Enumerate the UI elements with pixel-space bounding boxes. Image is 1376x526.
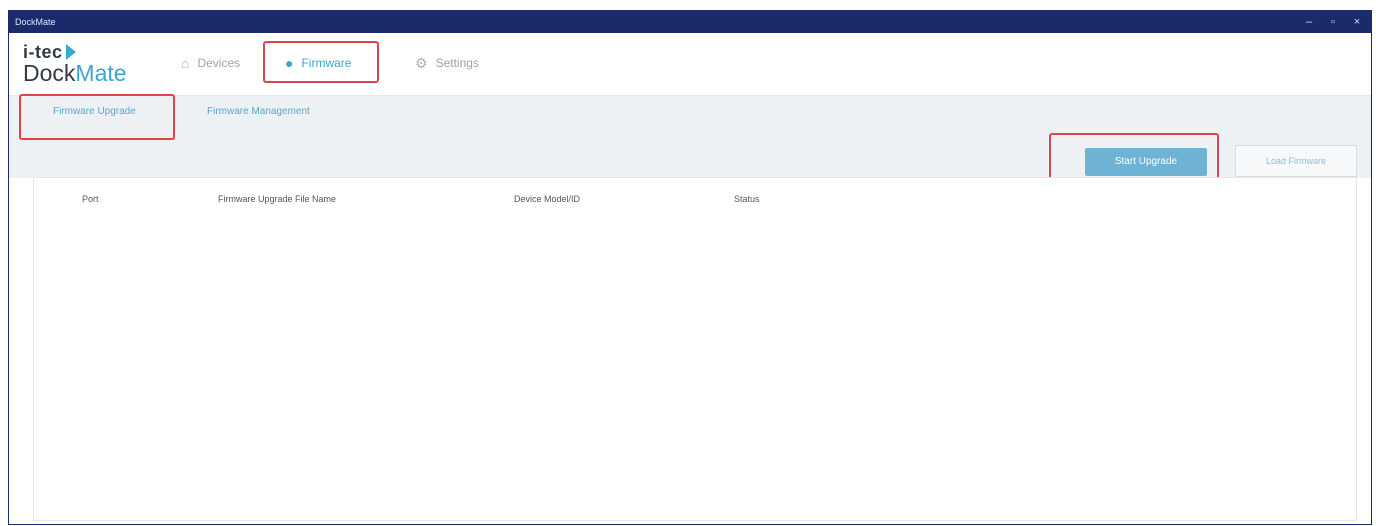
title-bar: DockMate – ▫ × bbox=[9, 11, 1371, 33]
subtab-firmware-management[interactable]: Firmware Management bbox=[207, 106, 310, 117]
column-header-file-name: Firmware Upgrade File Name bbox=[218, 194, 337, 204]
logo-mate-text: Mate bbox=[75, 60, 127, 86]
firmware-toolbar: Firmware Upgrade Firmware Management Sta… bbox=[9, 94, 1371, 181]
column-header-port: Port bbox=[82, 194, 99, 204]
column-header-status: Status bbox=[734, 194, 760, 204]
maximize-icon[interactable]: ▫ bbox=[1325, 14, 1341, 30]
close-icon[interactable]: × bbox=[1349, 14, 1365, 30]
app-window: DockMate – ▫ × i-tec DockMate ⌂ Devices … bbox=[8, 10, 1372, 525]
load-firmware-button[interactable]: Load Firmware bbox=[1235, 145, 1357, 177]
nav-firmware-highlight bbox=[263, 41, 379, 83]
minimize-icon[interactable]: – bbox=[1301, 14, 1317, 30]
upgrade-table: Port Firmware Upgrade File Name Device M… bbox=[33, 177, 1357, 521]
nav-item-settings[interactable]: ⚙ Settings bbox=[415, 45, 479, 81]
logo-arrow-icon bbox=[65, 44, 76, 60]
window-title: DockMate bbox=[15, 17, 56, 27]
home-icon: ⌂ bbox=[181, 55, 190, 71]
column-header-device-model: Device Model/ID bbox=[514, 194, 581, 204]
nav-item-label: Devices bbox=[197, 56, 241, 70]
logo-brand-text: i-tec bbox=[23, 42, 63, 62]
subtab-upgrade-highlight bbox=[19, 94, 175, 140]
app-header: i-tec DockMate ⌂ Devices ● Firmware ⚙ Se… bbox=[9, 33, 1371, 96]
nav-item-devices[interactable]: ⌂ Devices bbox=[181, 45, 240, 81]
itec-dockmate-logo: i-tec DockMate bbox=[23, 43, 127, 85]
start-upgrade-highlight bbox=[1049, 133, 1219, 181]
logo-dock-text: Dock bbox=[23, 60, 76, 86]
gear-icon: ⚙ bbox=[415, 54, 428, 71]
nav-item-label: Settings bbox=[435, 56, 479, 70]
